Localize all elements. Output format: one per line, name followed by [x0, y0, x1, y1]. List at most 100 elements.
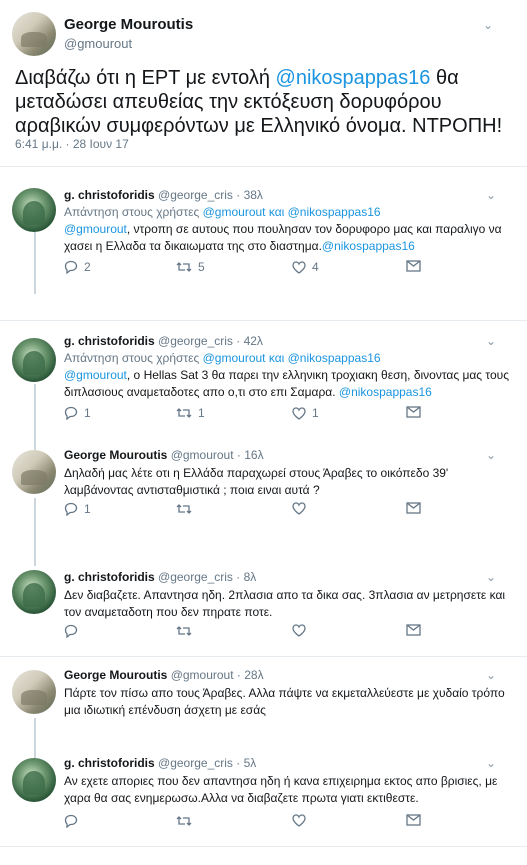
reply-body: Αν εχετε αποριες που δεν απαντησα ηδη ή … — [64, 774, 498, 805]
message-button[interactable] — [406, 260, 421, 272]
avatar[interactable] — [12, 450, 56, 494]
chevron-down-icon[interactable]: ⌄ — [486, 448, 496, 462]
main-tweet: George Mouroutis @gmourout ⌄ Διαβάζω ότι… — [0, 0, 527, 170]
like-icon — [292, 406, 306, 420]
like-button[interactable] — [292, 814, 306, 827]
reply-icon — [64, 502, 78, 516]
chevron-down-icon[interactable]: ⌄ — [486, 334, 496, 348]
message-button[interactable] — [406, 814, 421, 826]
tweet-text: Διαβάζω ότι η ΕΡΤ με εντολή @nikospappas… — [15, 66, 515, 138]
reply-tweet: g. christoforidis @george_cris · 8λ ⌄ Δε… — [0, 564, 527, 652]
reply-count: 1 — [84, 406, 91, 420]
like-count: 4 — [312, 260, 319, 274]
avatar[interactable] — [12, 188, 56, 232]
message-button[interactable] — [406, 624, 421, 636]
mention-link[interactable]: @nikospappas16 — [339, 385, 432, 399]
like-button[interactable] — [292, 502, 306, 515]
reply-header: g. christoforidis @george_cris · 42λ — [64, 334, 263, 348]
reply-to-users[interactable]: @gmourout και @nikospappas16 — [203, 351, 381, 365]
reply-count: 2 — [84, 260, 91, 274]
mention-link[interactable]: @gmourout — [64, 368, 127, 382]
retweet-button[interactable] — [176, 814, 192, 828]
reply-body: , ο Hellas Sat 3 θα παρει την ελληνικη τ… — [64, 368, 510, 399]
author-name[interactable]: George Mouroutis — [64, 668, 167, 682]
avatar[interactable] — [12, 338, 56, 382]
reply-button[interactable] — [64, 624, 78, 638]
message-icon — [406, 502, 421, 514]
tweet-text-pre: Διαβάζω ότι η ΕΡΤ με εντολή — [15, 67, 276, 89]
like-icon — [292, 624, 306, 637]
author-name[interactable]: g. christoforidis — [64, 334, 155, 348]
author-handle[interactable]: @george_cris · 42λ — [158, 334, 263, 348]
retweet-button[interactable]: 1 — [176, 406, 205, 420]
retweet-button[interactable] — [176, 624, 192, 638]
reply-tweet: g. christoforidis @george_cris · 38λ ⌄ Α… — [0, 178, 527, 290]
author-name[interactable]: g. christoforidis — [64, 188, 155, 202]
mention-link[interactable]: @nikospappas16 — [322, 239, 415, 253]
like-button[interactable] — [292, 624, 306, 637]
reply-to-users[interactable]: @gmourout και @nikospappas16 — [203, 205, 381, 219]
timestamp[interactable]: 6:41 μ.μ. · 28 Ιουν 17 — [15, 137, 129, 151]
reply-body: Πάρτε τον πίσω απο τους Άραβες. Αλλα πάψ… — [64, 686, 505, 717]
author-handle[interactable]: @george_cris · 38λ — [158, 188, 263, 202]
retweet-button[interactable]: 5 — [176, 260, 205, 274]
reply-header: g. christoforidis @george_cris · 8λ — [64, 570, 256, 584]
like-icon — [292, 502, 306, 515]
reply-button[interactable]: 1 — [64, 502, 91, 516]
like-button[interactable]: 1 — [292, 406, 319, 420]
reply-header: g. christoforidis @george_cris · 5λ — [64, 756, 256, 770]
mention-link[interactable]: @nikospappas16 — [276, 67, 431, 89]
message-button[interactable] — [406, 406, 421, 418]
action-bar — [64, 814, 424, 830]
reply-button[interactable]: 1 — [64, 406, 91, 420]
avatar[interactable] — [12, 758, 56, 802]
reply-tweet: George Mouroutis @gmourout · 28λ ⌄ Πάρτε… — [0, 664, 527, 744]
author-handle[interactable]: @gmourout · 16λ — [171, 448, 264, 462]
message-icon — [406, 260, 421, 272]
retweet-icon — [176, 408, 192, 418]
reply-tweet: George Mouroutis @gmourout · 16λ ⌄ Δηλαδ… — [0, 442, 527, 530]
retweet-icon — [176, 626, 192, 636]
reply-to-label: Απάντηση στους χρήστες — [64, 351, 203, 365]
author-handle[interactable]: @gmourout · 28λ — [171, 668, 264, 682]
divider — [0, 166, 527, 167]
message-button[interactable] — [406, 502, 421, 514]
divider — [0, 846, 527, 847]
avatar[interactable] — [12, 12, 56, 56]
reply-body: Δεν διαβαζετε. Απαντησα ηδη. 2πλασια απο… — [64, 588, 506, 619]
author-name[interactable]: George Mouroutis — [64, 16, 193, 33]
chevron-down-icon[interactable]: ⌄ — [486, 188, 496, 202]
action-bar: 2 5 4 — [64, 260, 424, 276]
retweet-icon — [176, 504, 192, 514]
author-handle[interactable]: @gmourout — [64, 36, 132, 51]
reply-button[interactable]: 2 — [64, 260, 91, 274]
message-icon — [406, 406, 421, 418]
author-handle[interactable]: @george_cris · 5λ — [158, 756, 256, 770]
reply-tweet: g. christoforidis @george_cris · 42λ ⌄ Α… — [0, 328, 527, 440]
chevron-down-icon[interactable]: ⌄ — [486, 570, 496, 584]
reply-tweet: g. christoforidis @george_cris · 5λ ⌄ Αν… — [0, 750, 527, 840]
author-name[interactable]: g. christoforidis — [64, 570, 155, 584]
avatar[interactable] — [12, 570, 56, 614]
divider — [0, 656, 527, 657]
reply-button[interactable] — [64, 814, 78, 828]
reply-icon — [64, 624, 78, 638]
reply-header: g. christoforidis @george_cris · 38λ — [64, 188, 263, 202]
retweet-count: 5 — [198, 260, 205, 274]
retweet-button[interactable] — [176, 502, 192, 516]
chevron-down-icon[interactable]: ⌄ — [486, 756, 496, 770]
mention-link[interactable]: @gmourout — [64, 222, 127, 236]
like-count: 1 — [312, 406, 319, 420]
action-bar — [64, 624, 424, 640]
like-button[interactable]: 4 — [292, 260, 319, 274]
reply-to-label: Απάντηση στους χρήστες — [64, 205, 203, 219]
reply-count: 1 — [84, 502, 91, 516]
author-name[interactable]: g. christoforidis — [64, 756, 155, 770]
author-handle[interactable]: @george_cris · 8λ — [158, 570, 256, 584]
author-name[interactable]: George Mouroutis — [64, 448, 167, 462]
reply-to: Απάντηση στους χρήστες @gmourout και @ni… — [64, 205, 381, 219]
avatar[interactable] — [12, 670, 56, 714]
retweet-icon — [176, 262, 192, 272]
chevron-down-icon[interactable]: ⌄ — [486, 668, 496, 682]
chevron-down-icon[interactable]: ⌄ — [483, 18, 493, 32]
